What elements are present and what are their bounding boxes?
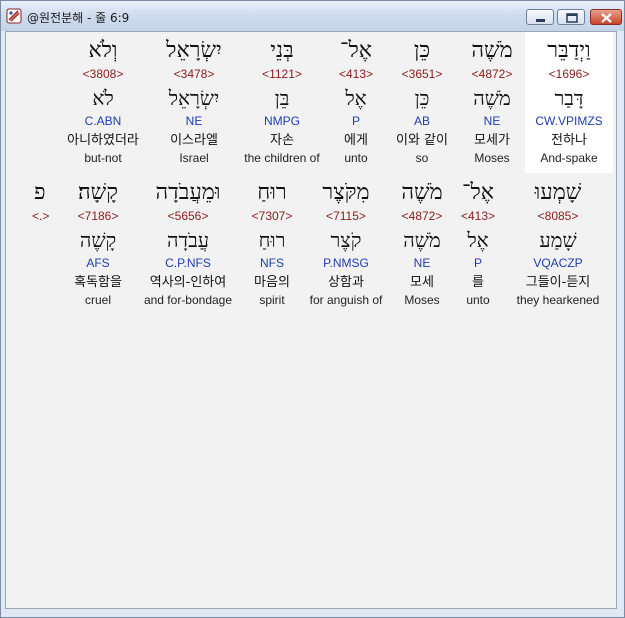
korean-gloss: 아니하였더라	[67, 133, 139, 148]
hebrew-word: יִשְׂרָאֵל	[166, 38, 222, 63]
root-word: יִשְׂרָאֵל	[168, 86, 220, 110]
minimize-icon	[536, 19, 545, 22]
strong-number[interactable]: <5656>	[140, 209, 236, 223]
close-button[interactable]	[590, 9, 622, 25]
minimize-button[interactable]	[526, 9, 554, 25]
morphology-code: NMPG	[264, 114, 300, 128]
window-title: @원전분해 - 줄 6:9	[27, 11, 130, 25]
english-gloss: but-not	[84, 151, 122, 165]
english-gloss: and for-bondage	[143, 293, 233, 307]
morphology-code: C.ABN	[84, 114, 122, 128]
hebrew-word: רוּחַ	[257, 180, 287, 205]
close-icon	[601, 13, 612, 23]
english-gloss: cruel	[84, 293, 111, 307]
korean-gloss: 마음의	[254, 275, 290, 290]
english-gloss: the children of	[244, 151, 320, 165]
strong-number[interactable]: <.>	[32, 209, 92, 223]
strong-number[interactable]: <3478>	[146, 67, 242, 81]
english-gloss: Israel	[179, 151, 209, 165]
hebrew-word: וּמֵעֲבֹדָה	[155, 180, 221, 205]
strong-number[interactable]: <1121>	[234, 67, 330, 81]
korean-gloss: 혹독함을	[74, 275, 122, 290]
hebrew-word: וְלֹא	[88, 38, 118, 63]
root-word: לֹא	[92, 86, 114, 110]
interlinear-panel[interactable]: וַיְדַבֵּר <1696> דָּבַר CW.VPIMZS 전하나 A…	[5, 31, 617, 609]
root-word: רוּחַ	[258, 228, 286, 252]
morphology-code: NFS	[260, 256, 284, 270]
english-gloss: spirit	[259, 293, 285, 307]
hebrew-word: פ	[34, 180, 46, 205]
strong-number[interactable]: <7307>	[224, 209, 320, 223]
app-icon[interactable]	[6, 8, 22, 24]
hebrew-word: בְּנֵי	[270, 38, 294, 63]
korean-gloss: 자손	[270, 133, 294, 148]
app-window: @원전분해 - 줄 6:9 וַיְדַבֵּר <1696> דָּבַר C…	[0, 0, 625, 618]
root-word: בֵּן	[274, 86, 290, 110]
window-bottom-border	[1, 609, 624, 617]
root-word: עֲבֹדָה	[166, 228, 210, 252]
morphology-code: C.P.NFS	[165, 256, 211, 270]
morphology-code: AFS	[86, 256, 110, 270]
korean-gloss: 이스라엘	[170, 133, 218, 148]
root-word: קָשֶׁה	[79, 228, 117, 252]
maximize-button[interactable]	[557, 9, 585, 25]
title-bar[interactable]: @원전분해 - 줄 6:9	[1, 1, 624, 31]
strong-number[interactable]: <3808>	[55, 67, 151, 81]
maximize-icon	[566, 13, 578, 23]
korean-gloss: 역사의-인하여	[149, 275, 227, 290]
morphology-code: NE	[185, 114, 203, 128]
